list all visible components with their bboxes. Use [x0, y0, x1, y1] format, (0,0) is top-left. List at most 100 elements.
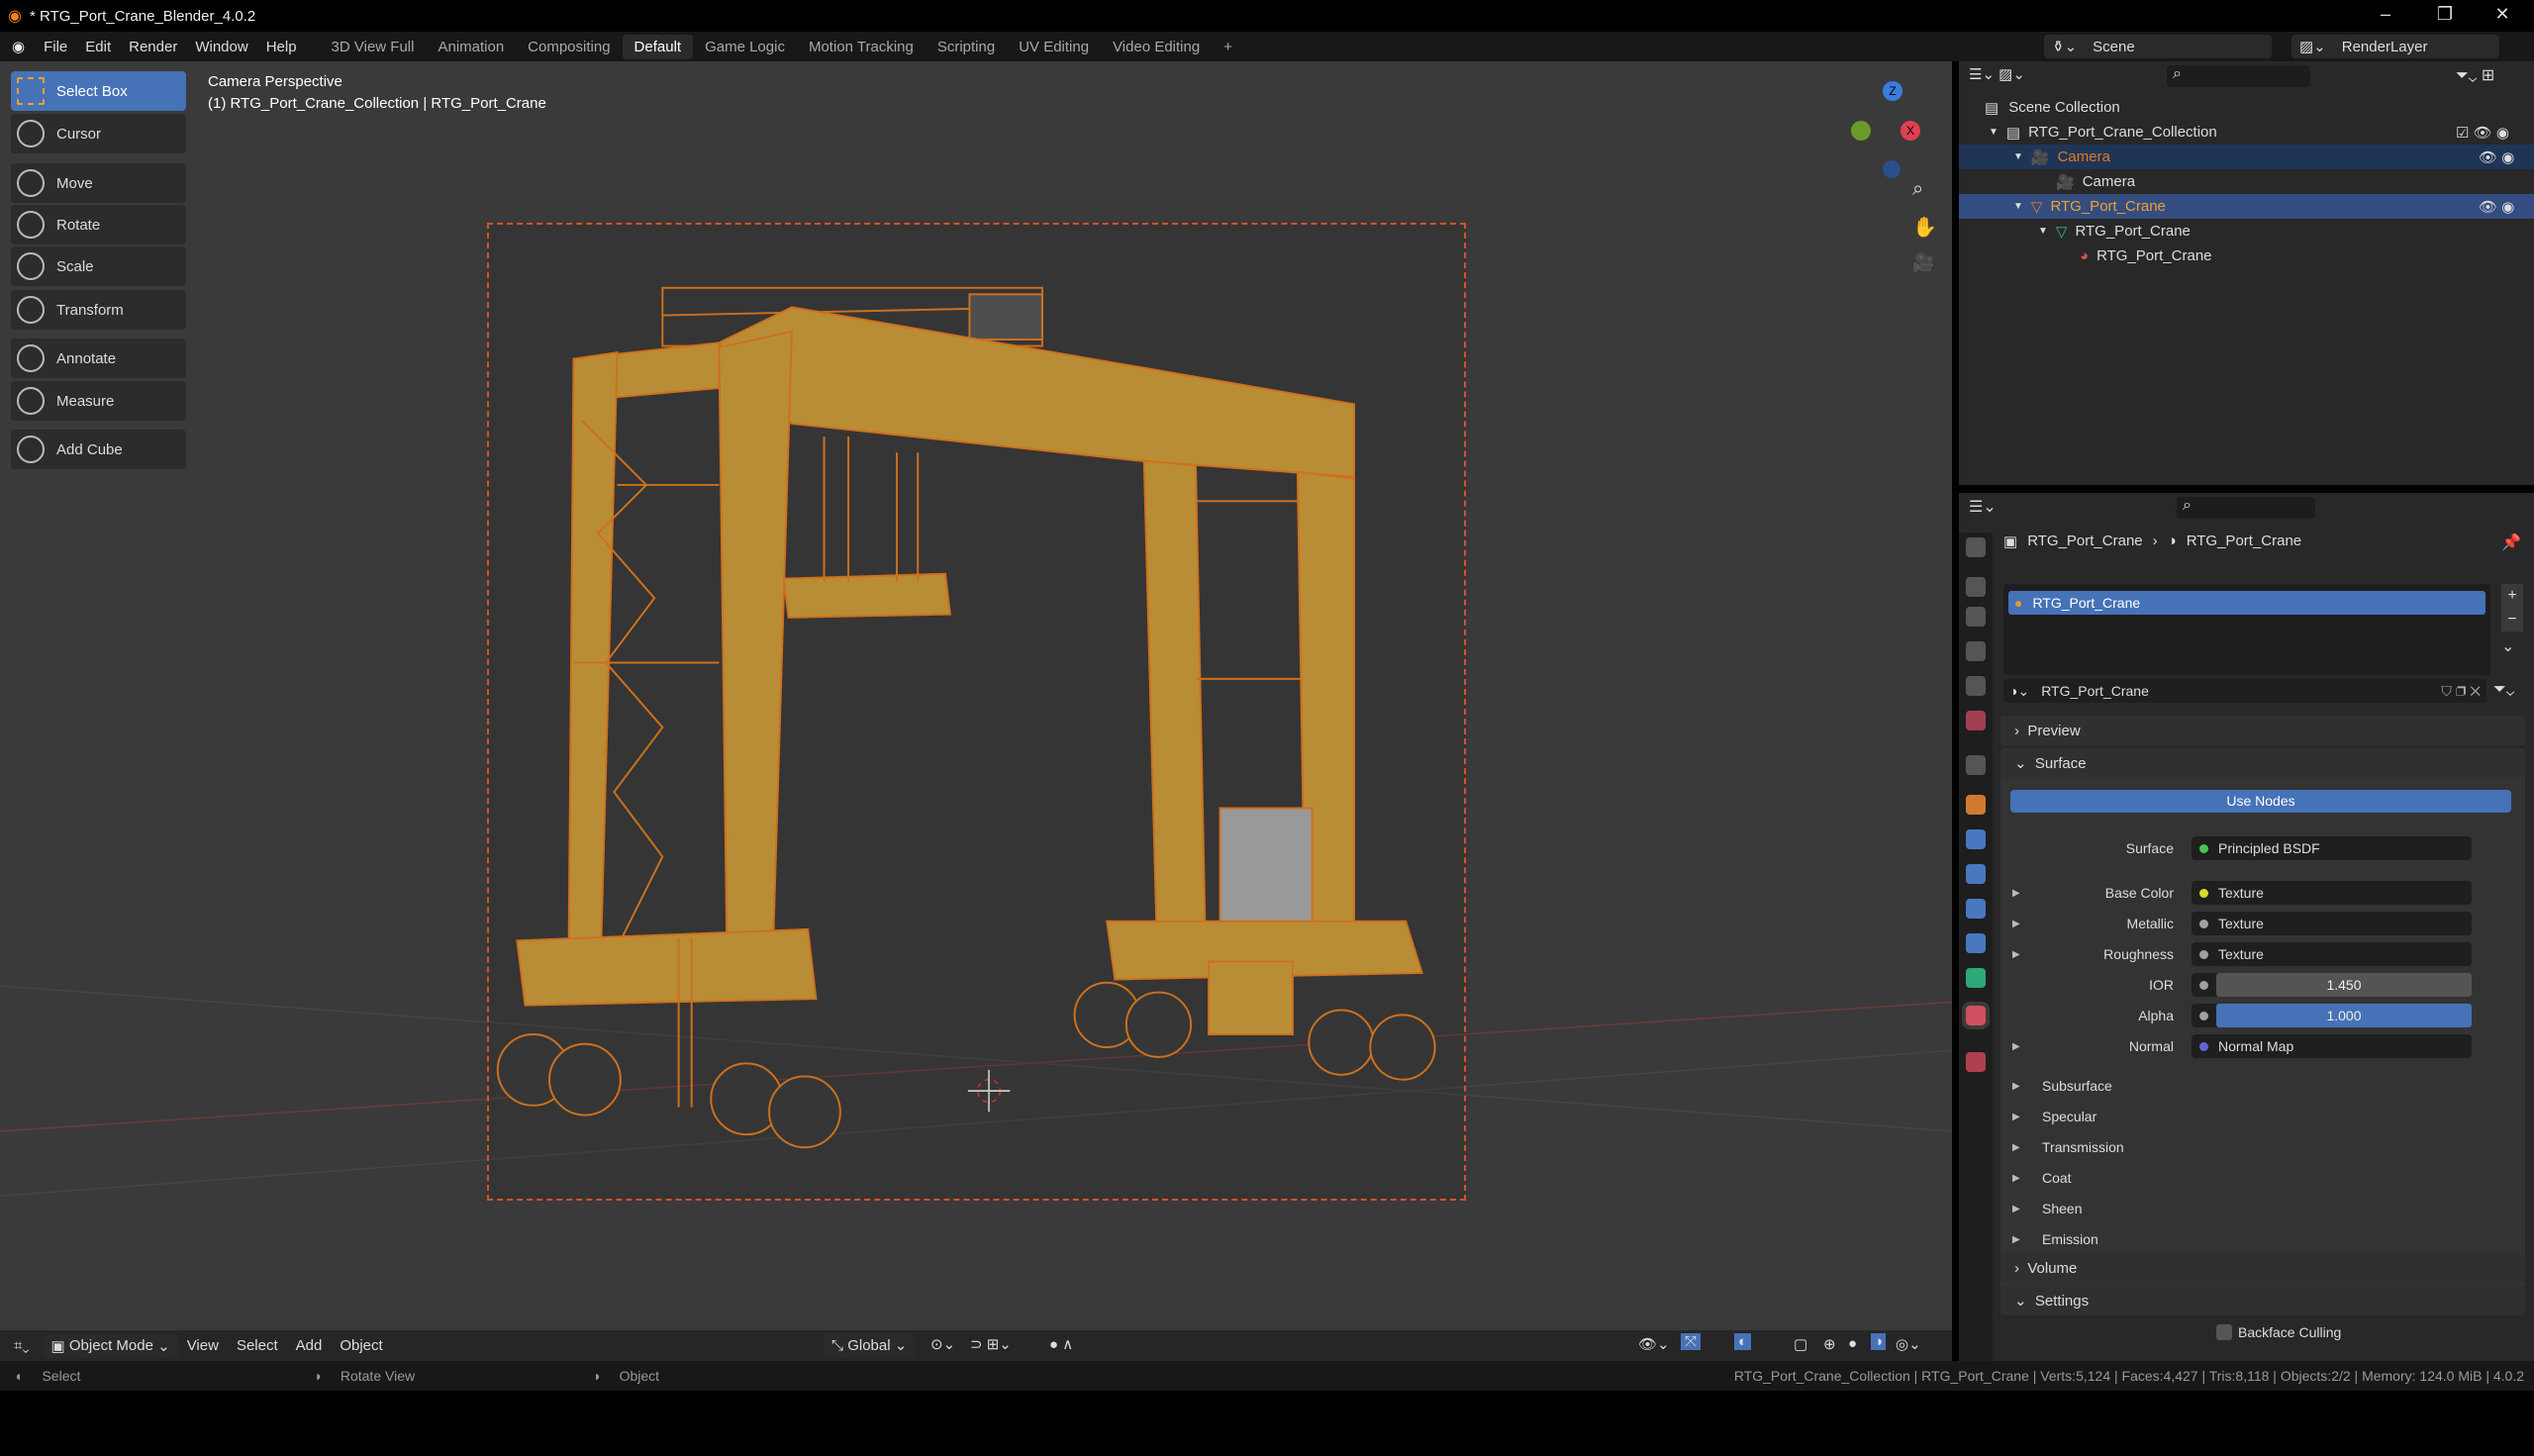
- subpanel-emission[interactable]: ▶ Emission: [2000, 1225, 2525, 1253]
- subpanel-subsurface[interactable]: ▶ Subsurface: [2000, 1072, 2525, 1100]
- outliner-search-input[interactable]: ⌕: [2167, 65, 2310, 87]
- field-value[interactable]: Texture: [2192, 881, 2472, 905]
- overlay-toggle-icon[interactable]: ◐: [1734, 1333, 1752, 1350]
- subpanel-transmission[interactable]: ▶ Transmission: [2000, 1133, 2525, 1161]
- expand-arrow-icon[interactable]: ▶: [2012, 949, 2020, 960]
- visibility-icon[interactable]: 👁⌄: [1638, 1335, 1670, 1353]
- outliner-item-collection[interactable]: ▼ ▤ RTG_Port_Crane_Collection ☑ 👁 ◉: [1959, 120, 2534, 145]
- menu-render[interactable]: Render: [120, 39, 186, 55]
- tab-view-layer[interactable]: [1966, 641, 1986, 661]
- tab-collection[interactable]: [1966, 755, 1986, 775]
- material-slot-item[interactable]: ● RTG_Port_Crane: [2008, 591, 2485, 615]
- tab-physics[interactable]: [1966, 899, 1986, 919]
- panel-volume-header[interactable]: › Volume: [2000, 1253, 2525, 1283]
- expand-arrow-icon[interactable]: ▶: [2012, 1142, 2020, 1153]
- field-value[interactable]: Texture: [2192, 942, 2472, 966]
- xray-icon[interactable]: ▢: [1794, 1335, 1807, 1353]
- exclude-checkbox[interactable]: ☑ 👁 ◉: [2456, 124, 2509, 142]
- gizmo-y-axis[interactable]: [1851, 121, 1871, 141]
- tool-transform[interactable]: Transform: [11, 290, 186, 330]
- expand-arrow-icon[interactable]: ▶: [2012, 1041, 2020, 1052]
- socket-icon[interactable]: [2199, 919, 2208, 928]
- tab-uv-editing[interactable]: UV Editing: [1007, 35, 1101, 59]
- tab-particles[interactable]: [1966, 864, 1986, 884]
- mode-selector[interactable]: ▣ Object Mode ⌄: [43, 1333, 178, 1358]
- rendered-shading-icon[interactable]: ◎⌄: [1896, 1335, 1921, 1353]
- material-browse-icon[interactable]: ◑⌄: [2009, 683, 2029, 700]
- expand-arrow-icon[interactable]: ▶: [2012, 1112, 2020, 1122]
- expand-arrow-icon[interactable]: ▶: [2012, 1173, 2020, 1184]
- tab-animation[interactable]: Animation: [426, 35, 516, 59]
- material-shading-icon[interactable]: ◑: [1871, 1333, 1887, 1350]
- tool-measure[interactable]: Measure: [11, 381, 186, 421]
- gizmo-x-axis[interactable]: X: [1900, 121, 1920, 141]
- tab-compositing[interactable]: Compositing: [516, 35, 622, 59]
- snap-icon[interactable]: ⊃ ⊞⌄: [970, 1335, 1012, 1353]
- expand-arrow-icon[interactable]: ▶: [2012, 919, 2020, 929]
- blender-menu-icon[interactable]: ◉: [12, 38, 25, 55]
- header-menu-select[interactable]: Select: [228, 1337, 287, 1354]
- subpanel-specular[interactable]: ▶ Specular: [2000, 1103, 2525, 1130]
- panel-preview-header[interactable]: › Preview: [2000, 716, 2525, 745]
- field-value[interactable]: 1.000: [2192, 1004, 2472, 1027]
- pivot-icon[interactable]: ⊙⌄: [930, 1335, 955, 1353]
- tab-3d-view-full[interactable]: 3D View Full: [320, 35, 427, 59]
- gizmo-z-axis[interactable]: Z: [1883, 81, 1902, 101]
- add-workspace-button[interactable]: +: [1212, 35, 1244, 59]
- header-menu-object[interactable]: Object: [331, 1337, 391, 1354]
- tab-scripting[interactable]: Scripting: [926, 35, 1007, 59]
- tab-modifiers[interactable]: [1966, 829, 1986, 849]
- tab-default[interactable]: Default: [622, 34, 694, 59]
- scene-selector[interactable]: ⚱⌄ Scene: [2044, 35, 2272, 58]
- tool-annotate[interactable]: Annotate: [11, 339, 186, 378]
- fake-user-new-unlink-icons[interactable]: ⛉ ❐ ✕: [2441, 683, 2481, 700]
- expand-arrow-icon[interactable]: ▶: [2012, 888, 2020, 899]
- display-mode-icon[interactable]: ☰⌄ ▨⌄: [1969, 65, 2025, 83]
- socket-icon[interactable]: [2199, 1011, 2208, 1020]
- field-value[interactable]: Principled BSDF: [2192, 836, 2472, 860]
- tool-select-box[interactable]: Select Box: [11, 71, 186, 111]
- socket-icon[interactable]: [2199, 980, 2208, 990]
- socket-icon[interactable]: [2199, 949, 2208, 959]
- tab-texture[interactable]: [1966, 1052, 1986, 1072]
- subpanel-coat[interactable]: ▶ Coat: [2000, 1164, 2525, 1192]
- menu-window[interactable]: Window: [186, 39, 256, 55]
- gizmo-neg-z[interactable]: [1883, 160, 1900, 178]
- 3d-viewport[interactable]: Camera Perspective (1) RTG_Port_Crane_Co…: [0, 61, 1952, 1361]
- outliner-item-camera-object[interactable]: ▼ 🎥 Camera 👁 ◉: [1959, 145, 2534, 169]
- visibility-toggle[interactable]: 👁 ◉: [2479, 198, 2514, 216]
- menu-file[interactable]: File: [35, 39, 76, 55]
- tab-tool[interactable]: [1966, 537, 1986, 557]
- filter-icon[interactable]: ⏷⌄ ⊞: [2456, 65, 2494, 85]
- proportional-edit-icon[interactable]: ● ∧: [1049, 1335, 1073, 1353]
- pin-icon[interactable]: 📌: [2501, 533, 2521, 552]
- tab-world[interactable]: [1966, 711, 1986, 730]
- close-button[interactable]: ✕: [2487, 4, 2517, 25]
- slot-add-remove-buttons[interactable]: + −: [2501, 584, 2523, 631]
- field-value[interactable]: 1.450: [2192, 973, 2472, 997]
- visibility-toggle[interactable]: 👁 ◉: [2479, 148, 2514, 166]
- tool-cursor[interactable]: Cursor: [11, 114, 186, 153]
- subpanel-sheen[interactable]: ▶ Sheen: [2000, 1195, 2525, 1222]
- properties-search-input[interactable]: ⌕: [2177, 497, 2315, 519]
- tab-object[interactable]: [1966, 795, 1986, 815]
- menu-edit[interactable]: Edit: [76, 39, 120, 55]
- expand-arrow-icon[interactable]: ▶: [2012, 1234, 2020, 1245]
- tab-video-editing[interactable]: Video Editing: [1101, 35, 1212, 59]
- expand-arrow-icon[interactable]: ▶: [2012, 1204, 2020, 1214]
- socket-icon[interactable]: [2199, 1041, 2208, 1051]
- pan-hand-icon[interactable]: ✋: [1912, 215, 1937, 240]
- outliner-item-crane-mesh[interactable]: ▼ ▽ RTG_Port_Crane: [1959, 219, 2534, 243]
- slot-menu-chevron-icon[interactable]: ⌄: [2501, 636, 2514, 656]
- header-menu-add[interactable]: Add: [287, 1337, 332, 1354]
- tool-move[interactable]: Move: [11, 163, 186, 203]
- tool-rotate[interactable]: Rotate: [11, 205, 186, 244]
- node-filter-icon[interactable]: ⏷⌄: [2493, 681, 2514, 699]
- maximize-button[interactable]: ❐: [2430, 4, 2460, 25]
- field-value[interactable]: Texture: [2192, 912, 2472, 935]
- tool-add-cube[interactable]: Add Cube: [11, 430, 186, 469]
- header-menu-view[interactable]: View: [178, 1337, 228, 1354]
- outliner-item-crane-object[interactable]: ▼ ▽ RTG_Port_Crane 👁 ◉: [1959, 194, 2534, 219]
- backface-culling-checkbox[interactable]: Backface Culling: [2216, 1324, 2341, 1340]
- field-value[interactable]: Normal Map: [2192, 1034, 2472, 1058]
